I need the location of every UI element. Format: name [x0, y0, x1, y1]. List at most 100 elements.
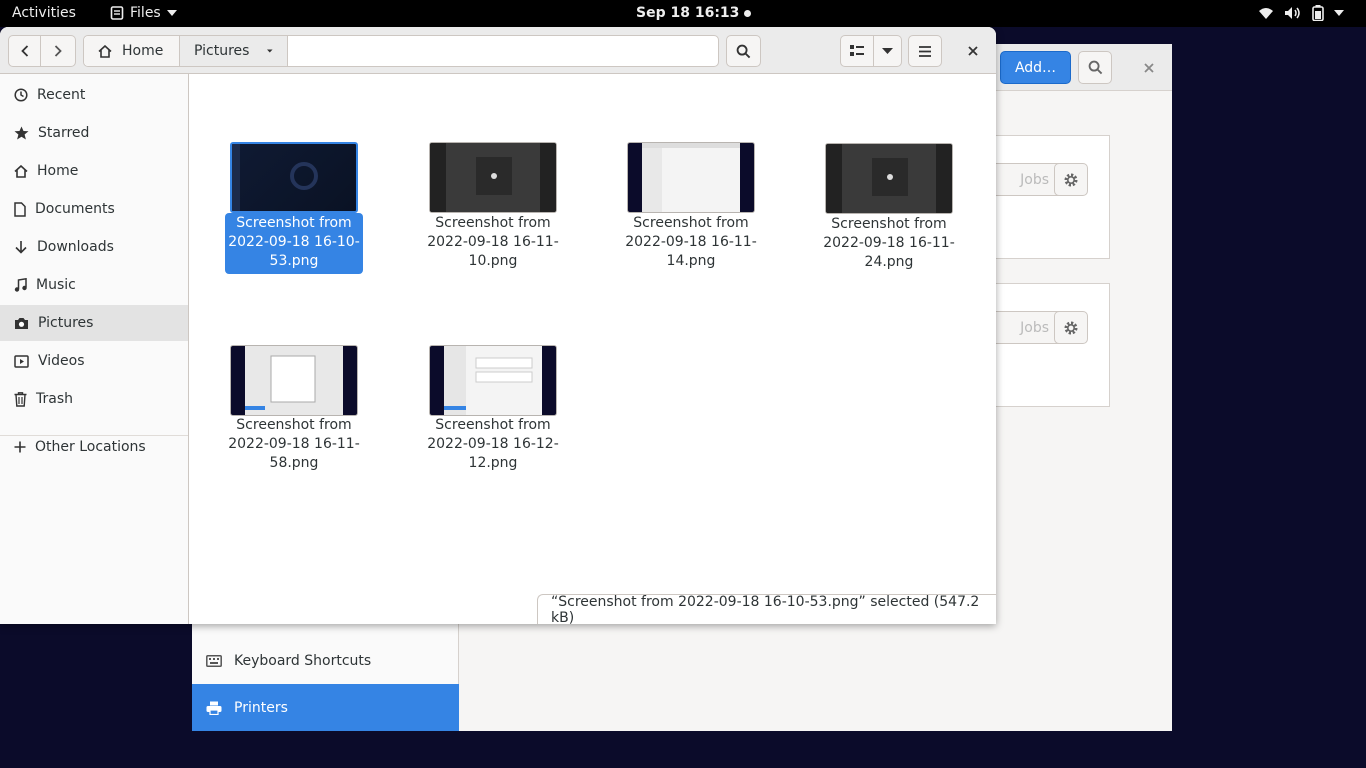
sidebar-item-music[interactable]: Music: [0, 267, 188, 303]
file-chooser-dialog: Home Pictures Recent Starred Home Docume…: [0, 27, 996, 624]
home-icon: [14, 164, 28, 178]
places-sidebar: Recent Starred Home Documents Downloads …: [0, 74, 189, 624]
sidebar-item-label: Keyboard Shortcuts: [234, 653, 372, 669]
breadcrumb-label: Home: [122, 43, 164, 59]
clock[interactable]: Sep 18 16:13: [636, 5, 739, 21]
app-menu-label: Files: [130, 5, 161, 21]
sidebar-item-label: Documents: [35, 201, 115, 217]
sidebar-item-documents[interactable]: Documents: [0, 191, 188, 227]
battery-icon: [1312, 5, 1324, 21]
sidebar-item-label: Starred: [38, 125, 90, 141]
search-icon: [736, 44, 751, 58]
breadcrumb-home[interactable]: Home: [84, 36, 180, 66]
printer-settings-button[interactable]: [1054, 163, 1088, 196]
sidebar-item-recent[interactable]: Recent: [0, 77, 188, 113]
activities-button[interactable]: Activities: [12, 5, 76, 21]
dialog-close-button[interactable]: [957, 35, 989, 67]
sidebar-item-label: Printers: [234, 699, 288, 716]
file-name[interactable]: Screenshot from 2022-09-18 16-11-24.png: [820, 214, 958, 275]
file-item[interactable]: [825, 143, 953, 214]
search-icon: [1088, 60, 1102, 75]
file-thumbnail: [230, 345, 358, 416]
search-button[interactable]: [726, 35, 761, 67]
sidebar-item-home[interactable]: Home: [0, 153, 188, 189]
file-thumbnail: [429, 345, 557, 416]
breadcrumb-label: Pictures: [194, 43, 250, 59]
sidebar-item-label: Trash: [36, 391, 73, 407]
menu-button[interactable]: [908, 35, 942, 67]
list-view-icon: [850, 45, 864, 56]
file-item[interactable]: [627, 142, 755, 213]
camera-icon: [15, 317, 28, 329]
file-thumbnail: [825, 143, 953, 214]
volume-icon: [1285, 7, 1300, 19]
sidebar-item-printers[interactable]: Printers: [192, 684, 459, 731]
wifi-icon: [1259, 8, 1273, 19]
trash-icon: [14, 391, 27, 407]
chevron-left-icon: [20, 45, 28, 57]
top-bar: Activities Files Sep 18 16:13: [0, 0, 1366, 27]
app-menu[interactable]: Files: [110, 5, 177, 21]
file-item[interactable]: [429, 142, 557, 213]
file-thumbnail: [230, 142, 358, 213]
sidebar-item-label: Music: [36, 277, 76, 293]
sidebar-item-trash[interactable]: Trash: [0, 381, 188, 417]
file-item[interactable]: [230, 345, 358, 416]
settings-close-button[interactable]: [1132, 51, 1166, 84]
clock-icon: [14, 88, 28, 102]
sidebar-item-label: Recent: [37, 87, 86, 103]
breadcrumb-pictures[interactable]: Pictures: [180, 36, 288, 66]
file-item[interactable]: [429, 345, 557, 416]
video-icon: [14, 354, 29, 368]
file-name[interactable]: Screenshot from 2022-09-18 16-11-58.png: [225, 415, 363, 476]
notification-dot: [744, 10, 751, 17]
sidebar-item-starred[interactable]: Starred: [0, 115, 188, 151]
plus-icon: [14, 441, 26, 453]
close-icon: [968, 46, 978, 56]
printer-icon: [206, 701, 222, 715]
printer-card: [992, 283, 1110, 407]
music-icon: [14, 278, 27, 292]
view-options-button[interactable]: [874, 35, 902, 67]
back-button[interactable]: [8, 35, 41, 67]
system-tray[interactable]: [1258, 5, 1344, 21]
file-name[interactable]: Screenshot from 2022-09-18 16-12-12.png: [424, 415, 562, 476]
sidebar-item-downloads[interactable]: Downloads: [0, 229, 188, 265]
sidebar-item-pictures[interactable]: Pictures: [0, 305, 188, 341]
chevron-down-icon: [267, 49, 273, 53]
sidebar-item-videos[interactable]: Videos: [0, 343, 188, 379]
file-thumbnail: [627, 142, 755, 213]
sidebar-item-label: Downloads: [37, 239, 114, 255]
sidebar-item-label: Videos: [38, 353, 85, 369]
file-name[interactable]: Screenshot from 2022-09-18 16-10-53.png: [225, 213, 363, 274]
document-icon: [14, 201, 26, 217]
add-printer-button[interactable]: Add…: [1000, 51, 1071, 84]
sidebar-item-label: Pictures: [38, 315, 94, 331]
close-icon: [1144, 62, 1154, 73]
sidebar-item-label: Other Locations: [35, 439, 146, 455]
settings-search-button[interactable]: [1078, 51, 1112, 84]
file-item[interactable]: [230, 142, 358, 213]
star-icon: [14, 126, 29, 140]
printer-card: [992, 135, 1110, 259]
hamburger-menu-icon: [919, 45, 931, 57]
file-thumbnail: [429, 142, 557, 213]
file-name[interactable]: Screenshot from 2022-09-18 16-11-10.png: [424, 213, 562, 274]
forward-button[interactable]: [41, 35, 76, 67]
home-icon: [98, 44, 112, 58]
sidebar-item-keyboard-shortcuts[interactable]: Keyboard Shortcuts: [192, 638, 459, 684]
download-icon: [15, 241, 27, 254]
view-toggle-button[interactable]: [840, 35, 874, 67]
selection-status: “Screenshot from 2022-09-18 16-10-53.png…: [537, 594, 996, 624]
gear-icon: [1064, 173, 1078, 186]
files-app-icon: [110, 6, 124, 20]
path-bar: Home Pictures: [83, 35, 719, 67]
sidebar-item-other-locations[interactable]: Other Locations: [0, 429, 188, 465]
keyboard-icon: [206, 655, 222, 667]
gear-icon: [1064, 321, 1078, 334]
chevron-down-icon: [166, 10, 177, 16]
file-name[interactable]: Screenshot from 2022-09-18 16-11-14.png: [622, 213, 760, 274]
sidebar-item-label: Home: [37, 163, 79, 179]
printer-settings-button[interactable]: [1054, 311, 1088, 344]
chevron-down-icon: [882, 48, 893, 54]
